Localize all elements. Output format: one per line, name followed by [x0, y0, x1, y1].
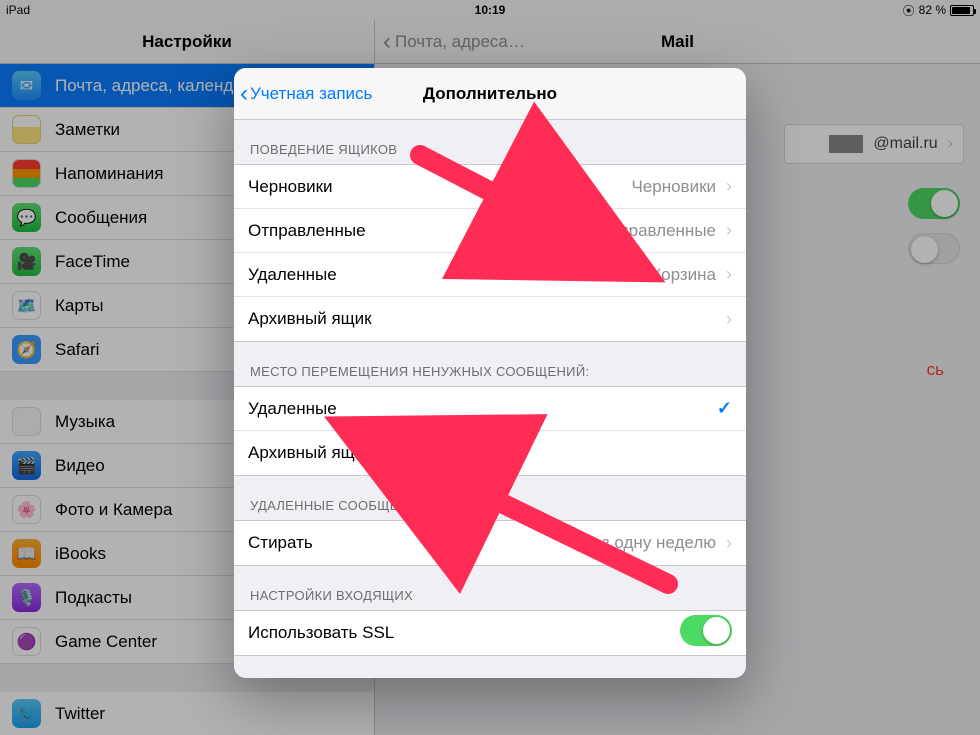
row-sent[interactable]: Отправленные Отправленные ›: [234, 209, 746, 253]
checkmark-icon: ✓: [717, 398, 732, 419]
chevron-right-icon: ›: [726, 264, 732, 285]
advanced-popover: ‹ Учетная запись Дополнительно ПОВЕДЕНИЕ…: [234, 68, 746, 678]
row-label: Стирать: [248, 533, 313, 553]
row-value: Корзина: [651, 265, 716, 285]
row-drafts[interactable]: Черновики Черновики ›: [234, 165, 746, 209]
row-value: Отправленные: [598, 221, 716, 241]
row-label: Использовать SSL: [248, 623, 394, 643]
row-label: Черновики: [248, 177, 333, 197]
chevron-right-icon: ›: [726, 309, 732, 330]
group-incoming-settings: НАСТРОЙКИ ВХОДЯЩИХ: [234, 566, 746, 610]
row-label: Архивный ящик: [248, 309, 372, 329]
row-ssl: Использовать SSL: [234, 611, 746, 655]
group-mailbox-behavior: ПОВЕДЕНИЕ ЯЩИКОВ: [234, 120, 746, 164]
chevron-right-icon: ›: [726, 220, 732, 241]
row-archive[interactable]: Архивный ящик ›: [234, 297, 746, 341]
row-erase[interactable]: Стирать Через одну неделю ›: [234, 521, 746, 565]
group-deleted-messages: УДАЛЕННЫЕ СООБЩЕНИЯ: [234, 476, 746, 520]
row-label: Отправленные: [248, 221, 366, 241]
row-value: Черновики: [631, 177, 716, 197]
row-label: Удаленные: [248, 399, 337, 419]
row-value: Через одну неделю: [563, 533, 716, 553]
row-move-archive[interactable]: Архивный ящик: [234, 431, 746, 475]
row-move-deleted[interactable]: Удаленные ✓: [234, 387, 746, 431]
popover-header: ‹ Учетная запись Дополнительно: [234, 68, 746, 120]
toggle-ssl[interactable]: [680, 615, 732, 646]
row-label: Удаленные: [248, 265, 337, 285]
chevron-right-icon: ›: [726, 176, 732, 197]
popover-title: Дополнительно: [234, 84, 746, 104]
row-label: Архивный ящик: [248, 443, 372, 463]
group-move-discarded: МЕСТО ПЕРЕМЕЩЕНИЯ НЕНУЖНЫХ СООБЩЕНИЙ:: [234, 342, 746, 386]
chevron-right-icon: ›: [726, 533, 732, 554]
row-deleted[interactable]: Удаленные Корзина ›: [234, 253, 746, 297]
